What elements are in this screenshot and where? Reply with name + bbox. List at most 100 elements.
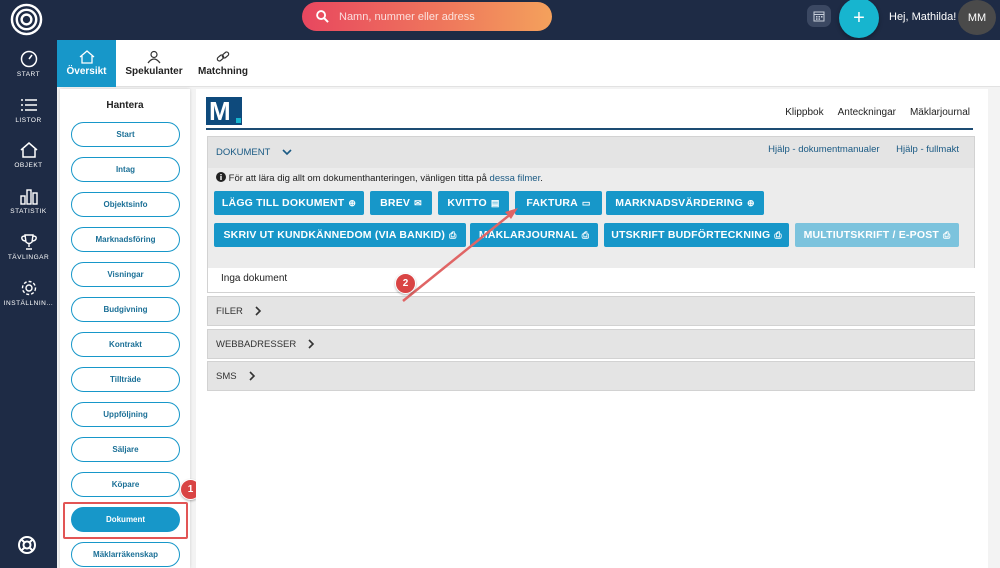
gauge-icon (20, 50, 37, 68)
rail-item-installningar[interactable]: INSTÄLLNIN... (0, 279, 57, 307)
brev-button[interactable]: BREV ✉ (370, 191, 432, 215)
trophy-icon (20, 234, 37, 250)
calendar-button[interactable] (807, 5, 831, 27)
card-icon: ▭ (581, 197, 591, 208)
info-message: För att lära dig allt om dokumenthanteri… (228, 173, 487, 184)
faktura-button[interactable]: FAKTURA ▭ (515, 191, 602, 215)
budforteckning-label: UTSKRIFT BUDFÖRTECKNING (611, 229, 771, 241)
hantera-visningar-button[interactable]: Visningar (71, 262, 180, 287)
hantera-objektsinfo-button[interactable]: Objektsinfo (71, 192, 180, 217)
budforteckning-button[interactable]: UTSKRIFT BUDFÖRTECKNING ⎙ (604, 223, 789, 247)
filer-header[interactable]: FILER (208, 297, 974, 325)
hantera-uppfoljning-button[interactable]: Uppföljning (71, 402, 180, 427)
rail-item-start[interactable]: START (0, 50, 57, 78)
faktura-label: FAKTURA (526, 197, 578, 209)
search-input[interactable] (339, 10, 529, 23)
file-icon: ▤ (490, 197, 500, 208)
marknadsvardering-button[interactable]: MARKNADSVÄRDERING ⊕ (606, 191, 764, 215)
rail-item-objekt[interactable]: OBJEKT (0, 141, 57, 169)
user-greeting: Hej, Mathilda! (889, 11, 957, 23)
chevron-right-icon (308, 339, 315, 349)
help-dokumentmanualer-link[interactable]: Hjälp - dokumentmanualer (768, 144, 879, 155)
plus-circle-icon: ⊕ (746, 197, 755, 208)
brev-label: BREV (380, 197, 411, 209)
dokument-section: DOKUMENT Hjälp - dokumentmanualer Hjälp … (207, 136, 976, 293)
divider (206, 128, 973, 130)
rail-label: INSTÄLLNIN... (3, 300, 54, 307)
highlight-box (63, 502, 188, 539)
tab-spekulanter[interactable]: Spekulanter (123, 40, 185, 87)
webbadresser-title: WEBBADRESSER (216, 338, 297, 350)
hantera-title: Hantera (106, 100, 144, 111)
add-document-button[interactable]: LÄGG TILL DOKUMENT ⊕ (214, 191, 364, 215)
hantera-marknadsforing-button[interactable]: Marknadsföring (71, 227, 180, 252)
anteckningar-link[interactable]: Anteckningar (838, 107, 896, 118)
hantera-tilltrade-button[interactable]: Tillträde (71, 367, 180, 392)
info-icon (216, 172, 226, 182)
print-icon: ⎙ (774, 229, 782, 240)
filer-title: FILER (216, 305, 243, 317)
search-bar[interactable] (302, 2, 552, 31)
maklarjournal-label: MÄKLARJOURNAL (478, 229, 578, 241)
tab-oversikt[interactable]: Översikt (57, 40, 116, 87)
info-films-link[interactable]: dessa filmer (490, 173, 541, 184)
brand-logo: M (206, 97, 242, 125)
logo-dot (236, 118, 241, 123)
main-content: M Klippbok Anteckningar Mäklarjournal DO… (196, 89, 988, 568)
rail-label: OBJEKT (14, 162, 43, 169)
rail-label: LISTOR (15, 117, 42, 124)
sms-header[interactable]: SMS (208, 362, 974, 390)
main-nav-rail: START LISTOR OBJEKT STATISTIK TÄVLINGAR (0, 40, 57, 568)
marknadsvardering-label: MARKNADSVÄRDERING (615, 197, 743, 209)
hantera-panel: Hantera Start Intag Objektsinfo Marknads… (60, 89, 190, 568)
top-links: Klippbok Anteckningar Mäklarjournal (771, 107, 970, 118)
chevron-right-icon (255, 306, 262, 316)
webbadresser-header[interactable]: WEBBADRESSER (208, 330, 974, 358)
tab-label: Översikt (66, 66, 107, 77)
envelope-icon: ✉ (414, 197, 422, 208)
object-subnav: Översikt Spekulanter Matchning (57, 40, 1000, 87)
maklarjournal-link[interactable]: Mäklarjournal (910, 107, 970, 118)
hantera-budgivning-button[interactable]: Budgivning (71, 297, 180, 322)
dokument-title: DOKUMENT (216, 147, 271, 158)
hantera-saljare-button[interactable]: Säljare (71, 437, 180, 462)
hantera-maklarrakenskap-button[interactable]: Mäklarräkenskap (71, 542, 180, 567)
chevron-right-icon (249, 371, 255, 381)
hantera-kopare-button[interactable]: Köpare (71, 472, 180, 497)
rail-item-listor[interactable]: LISTOR (0, 96, 57, 124)
kvitto-button[interactable]: KVITTO ▤ (438, 191, 509, 215)
gear-icon (21, 280, 36, 296)
rail-item-statistik[interactable]: STATISTIK (0, 187, 57, 215)
webbadresser-section[interactable]: WEBBADRESSER (207, 329, 975, 359)
plus-circle-icon: ⊕ (348, 197, 357, 208)
brand-logo-letter: M (209, 96, 231, 126)
klippbok-link[interactable]: Klippbok (785, 107, 823, 118)
tab-matchning[interactable]: Matchning (197, 40, 249, 87)
rail-item-tavlingar[interactable]: TÄVLINGAR (0, 233, 57, 261)
rail-label: STATISTIK (10, 208, 47, 215)
hantera-kontrakt-button[interactable]: Kontrakt (71, 332, 180, 357)
print-icon: ⎙ (581, 229, 590, 240)
link-icon (216, 51, 230, 62)
maklarjournal-button[interactable]: MÄKLARJOURNAL ⎙ (470, 223, 598, 247)
print-icon: ⎙ (943, 229, 951, 240)
tab-label: Matchning (198, 66, 248, 77)
hantera-start-button[interactable]: Start (71, 122, 180, 147)
tab-label: Spekulanter (125, 66, 183, 77)
app-logo-icon[interactable] (10, 3, 43, 36)
kundkannedom-button[interactable]: SKRIV UT KUNDKÄNNEDOM (VIA BANKID) ⎙ (214, 223, 466, 247)
filer-section[interactable]: FILER (207, 296, 975, 326)
dokument-help-links: Hjälp - dokumentmanualer Hjälp - fullmak… (754, 144, 959, 155)
add-new-button[interactable]: + (839, 0, 879, 38)
hantera-intag-button[interactable]: Intag (71, 157, 180, 182)
list-icon (20, 99, 37, 111)
avatar[interactable]: MM (958, 0, 996, 35)
dokument-body: För att lära dig allt om dokumenthanteri… (208, 168, 974, 268)
info-period: . (540, 173, 543, 184)
sms-section[interactable]: SMS (207, 361, 975, 391)
multiutskrift-button[interactable]: MULTIUTSKRIFT / E-POST ⎙ (795, 223, 959, 247)
lifebuoy-icon[interactable] (17, 535, 37, 555)
help-fullmakt-link[interactable]: Hjälp - fullmakt (896, 144, 959, 155)
add-document-label: LÄGG TILL DOKUMENT (221, 197, 345, 209)
home-icon (20, 142, 37, 158)
